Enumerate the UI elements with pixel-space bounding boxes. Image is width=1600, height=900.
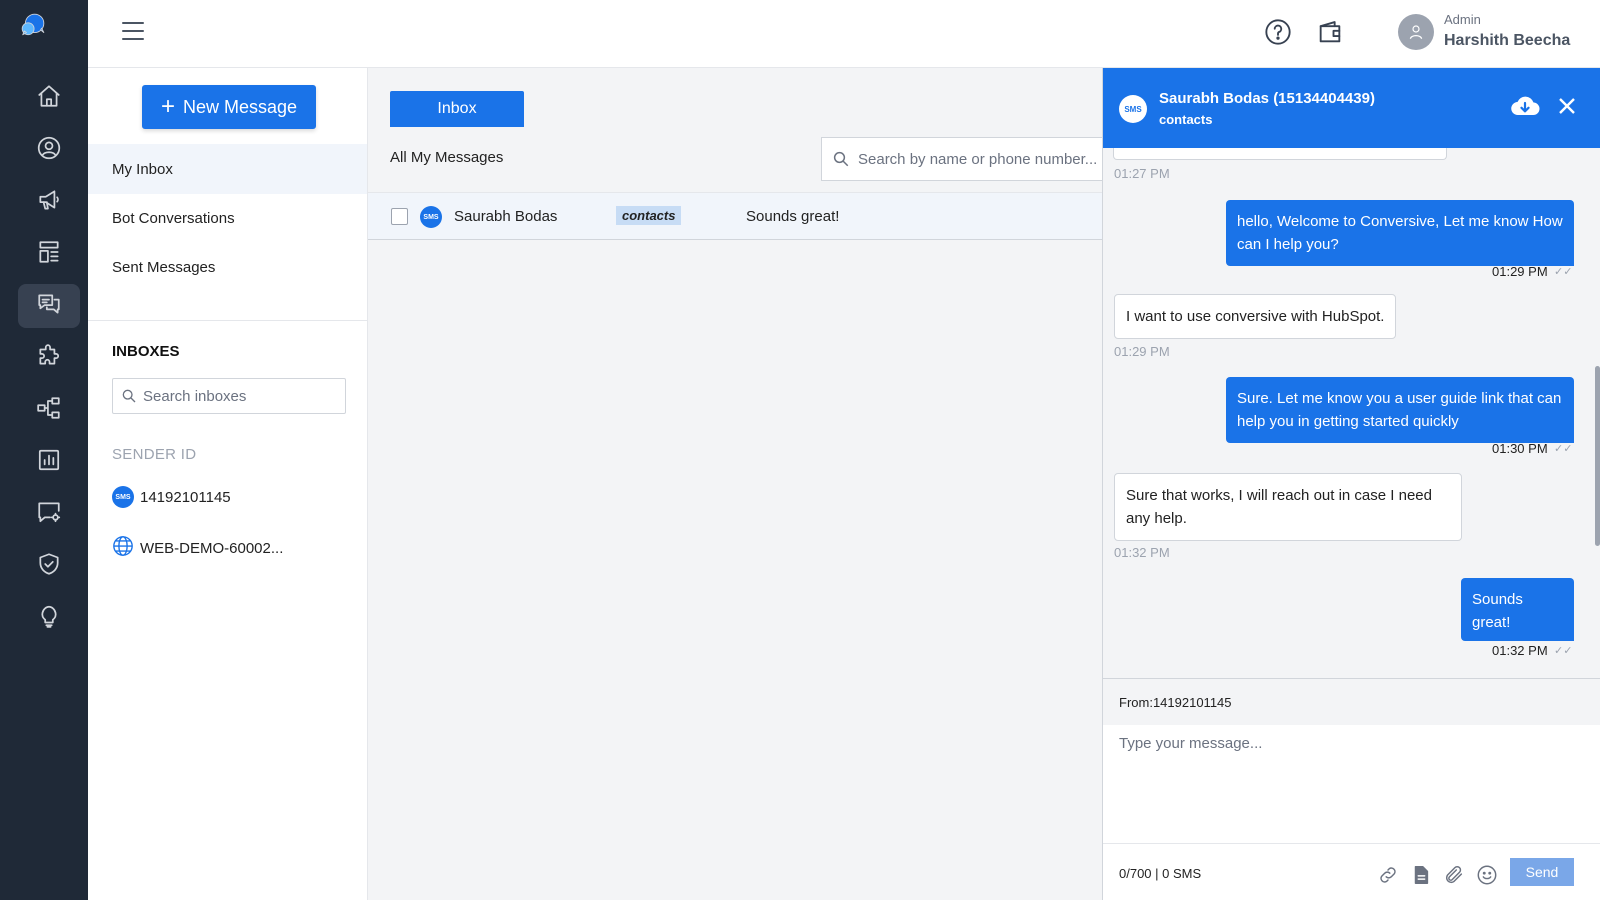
megaphone-icon — [36, 187, 62, 218]
rail-templates[interactable] — [18, 232, 80, 276]
list-header: All My Messages — [368, 127, 1102, 191]
from-label: From:14192101145 — [1103, 679, 1600, 725]
avatar[interactable] — [1398, 14, 1434, 50]
puzzle-icon — [36, 343, 62, 374]
tab-inbox[interactable]: Inbox — [390, 91, 524, 127]
sidebar-item-bot-conversations[interactable]: Bot Conversations — [88, 193, 367, 243]
rail-integrations[interactable] — [18, 336, 80, 380]
layout-icon — [36, 239, 62, 270]
lightbulb-icon — [36, 603, 62, 634]
rail-chat-settings[interactable] — [18, 492, 80, 536]
sms-icon: SMS — [1119, 95, 1147, 123]
conversive-logo[interactable] — [20, 12, 68, 60]
chat-settings-icon — [36, 499, 62, 530]
list-title: All My Messages — [390, 149, 504, 166]
close-icon[interactable] — [1557, 96, 1577, 121]
inboxes-heading: INBOXES — [112, 343, 180, 360]
message-timestamp: 01:32 PM — [1114, 545, 1170, 560]
sender-label: 14192101145 — [140, 488, 231, 506]
rail-workflows[interactable] — [18, 388, 80, 432]
contact-name: Saurabh Bodas — [454, 208, 558, 225]
message-search-box — [821, 137, 1102, 181]
outgoing-message: hello, Welcome to Conversive, Let me kno… — [1226, 200, 1574, 266]
message-timestamp: 01:27 PM — [1114, 166, 1170, 181]
row-checkbox[interactable] — [391, 208, 408, 225]
inbox-sidebar: + New Message My Inbox Bot Conversations… — [88, 68, 368, 900]
user-name[interactable]: Harshith Beecha — [1444, 32, 1570, 50]
rail-messages[interactable] — [18, 284, 80, 328]
wallet-icon[interactable] — [1316, 18, 1344, 46]
rail-ideas[interactable] — [18, 596, 80, 640]
new-message-label: New Message — [182, 96, 298, 117]
nav-rail — [0, 0, 88, 900]
sender-id-heading: SENDER ID — [112, 446, 197, 463]
outgoing-message: Sure. Let me know you a user guide link … — [1226, 377, 1574, 443]
plus-icon: + — [160, 93, 175, 120]
rail-security[interactable] — [18, 544, 80, 588]
message-timestamp: 01:29 PM — [1492, 264, 1548, 279]
sidebar-item-my-inbox[interactable]: My Inbox — [88, 144, 367, 194]
link-icon[interactable] — [1377, 864, 1399, 886]
cloud-download-icon[interactable] — [1510, 94, 1540, 125]
sender-label: WEB-DEMO-60002... — [140, 539, 284, 557]
incoming-message: Sure that works, I will reach out in cas… — [1114, 473, 1462, 541]
conversation-title: Saurabh Bodas (15134404439) — [1159, 90, 1375, 107]
character-counter: 0/700 | 0 SMS — [1119, 866, 1202, 881]
attachment-icon[interactable] — [1443, 864, 1465, 886]
sender-item-sms[interactable]: SMS 14192101145 — [112, 486, 231, 508]
message-thread: 01:27 PM hello, Welcome to Conversive, L… — [1103, 148, 1600, 678]
double-check-icon: ✓✓ — [1554, 645, 1573, 657]
workflow-icon — [36, 395, 62, 426]
new-message-button[interactable]: + New Message — [142, 85, 316, 129]
rail-home[interactable] — [18, 76, 80, 120]
bar-chart-icon — [36, 447, 62, 478]
conversation-header: SMS Saurabh Bodas (15134404439) contacts — [1103, 68, 1600, 148]
search-icon — [833, 151, 849, 167]
conversation-subtitle: contacts — [1159, 112, 1213, 127]
top-header: Admin Harshith Beecha — [88, 0, 1600, 68]
message-timestamp: 01:32 PM — [1492, 643, 1548, 658]
emoji-icon[interactable] — [1476, 864, 1498, 886]
compose-footer: 0/700 | 0 SMS Send — [1103, 843, 1600, 900]
sidebar-divider — [88, 320, 367, 321]
hamburger-menu-icon[interactable] — [122, 22, 144, 40]
sidebar-item-sent-messages[interactable]: Sent Messages — [88, 242, 367, 292]
compose-area: From:14192101145 0/700 | 0 SMS Send — [1103, 678, 1600, 900]
sms-icon: SMS — [420, 206, 442, 228]
rail-contacts[interactable] — [18, 128, 80, 172]
double-check-icon: ✓✓ — [1554, 266, 1573, 278]
contact-tag: contacts — [616, 206, 682, 225]
chat-bubbles-icon — [36, 291, 62, 322]
conversation-panel: SMS Saurabh Bodas (15134404439) contacts… — [1102, 68, 1600, 900]
shield-check-icon — [36, 551, 62, 582]
home-icon — [36, 83, 62, 114]
sender-item-web[interactable]: WEB-DEMO-60002... — [112, 535, 283, 561]
inbox-search-input[interactable] — [143, 387, 343, 405]
search-icon — [122, 389, 136, 403]
sms-icon: SMS — [112, 486, 134, 508]
rail-reports[interactable] — [18, 440, 80, 484]
user-role: Admin — [1444, 12, 1481, 27]
user-circle-icon — [36, 135, 62, 166]
user-icon — [1409, 25, 1423, 40]
message-timestamp: 01:30 PM — [1492, 441, 1548, 456]
document-icon[interactable] — [1410, 864, 1432, 886]
incoming-message: I want to use conversive with HubSpot. — [1114, 294, 1397, 339]
message-search-input[interactable] — [858, 150, 1098, 168]
message-preview: Sounds great! — [746, 208, 840, 225]
help-icon[interactable] — [1264, 18, 1292, 46]
inbox-search-box — [112, 378, 346, 414]
globe-icon — [112, 535, 134, 561]
message-input[interactable] — [1119, 735, 1585, 835]
double-check-icon: ✓✓ — [1554, 443, 1573, 455]
send-button[interactable]: Send — [1510, 858, 1574, 886]
table-row[interactable]: SMS Saurabh Bodas contacts Sounds great! — [368, 192, 1102, 240]
thread-scrollbar[interactable] — [1595, 366, 1600, 546]
message-timestamp: 01:29 PM — [1114, 344, 1170, 359]
message-list-panel: Inbox All My Messages SMS Saurabh Bodas … — [368, 68, 1102, 900]
outgoing-message: Sounds great! — [1461, 578, 1574, 641]
message-bubble-partial — [1113, 148, 1447, 160]
rail-campaigns[interactable] — [18, 180, 80, 224]
